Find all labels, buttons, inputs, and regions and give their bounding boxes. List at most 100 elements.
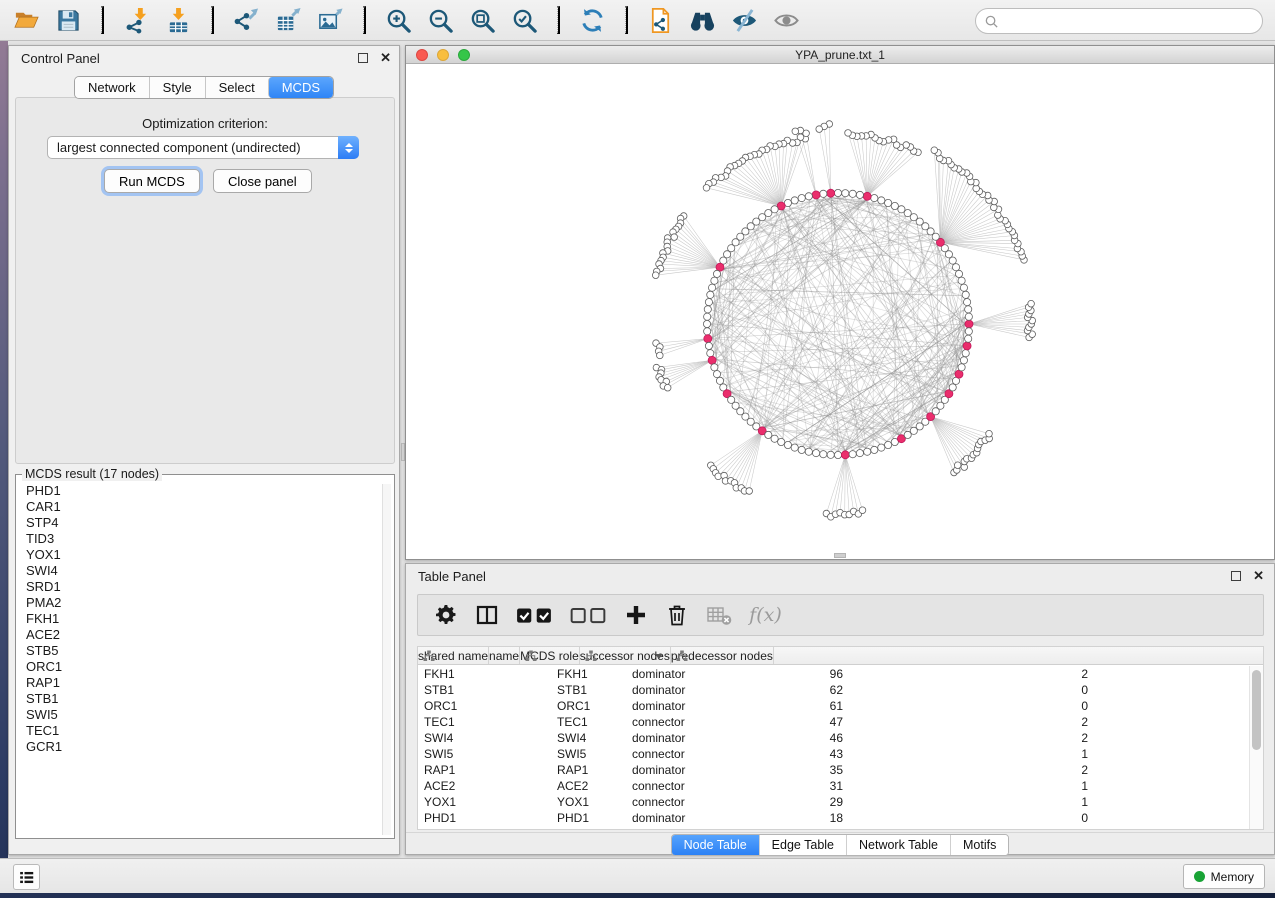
RAP1[interactable]: RAP1 RAP1 dominator 35 2: [418, 762, 1249, 778]
table-column-header[interactable]: shared name: [418, 647, 489, 664]
mcds-result-item[interactable]: PHD1: [20, 483, 380, 499]
SWI4[interactable]: SWI4 SWI4 dominator 46 2: [418, 730, 1249, 746]
control-panel-tab[interactable]: Style: [149, 77, 205, 98]
cell-name: SWI5: [551, 746, 626, 762]
share-document-icon[interactable]: [644, 4, 677, 37]
show-panel-icon: [770, 4, 803, 37]
table-tab[interactable]: Node Table: [672, 835, 759, 855]
cell-name: YOX1: [551, 794, 626, 810]
mcds-result-item[interactable]: SRD1: [20, 579, 380, 595]
mcds-result-item[interactable]: CAR1: [20, 499, 380, 515]
ACE2[interactable]: ACE2 ACE2 connector 31 1: [418, 778, 1249, 794]
gear-icon[interactable]: [434, 600, 458, 630]
tree-icon: [423, 650, 435, 662]
control-panel-tab[interactable]: Network: [75, 77, 149, 98]
cell-predecessor-nodes: 1: [923, 794, 1098, 810]
STB1[interactable]: STB1 STB1 dominator 62 0: [418, 682, 1249, 698]
optimization-criterion-select[interactable]: largest connected component (undirected): [47, 136, 359, 159]
table-column-header[interactable]: predecessor nodes: [671, 647, 774, 664]
refresh-layout-icon[interactable]: [576, 4, 609, 37]
split-panel-icon[interactable]: [475, 600, 499, 630]
main-toolbar: [0, 0, 1275, 41]
table-scrollbar[interactable]: [1249, 666, 1263, 829]
cell-successor-nodes: 96: [776, 666, 923, 682]
zoom-selected-icon[interactable]: [508, 4, 541, 37]
mcds-result-item[interactable]: STP4: [20, 515, 380, 531]
search-input[interactable]: [1004, 14, 1254, 29]
tree-icon: [585, 650, 597, 662]
zoom-in-icon[interactable]: [382, 4, 415, 37]
memory-status-dot: [1194, 871, 1205, 882]
mcds-result-item[interactable]: ORC1: [20, 659, 380, 675]
table-tab[interactable]: Motifs: [950, 835, 1008, 855]
search-box[interactable]: [975, 8, 1263, 34]
YOX1[interactable]: YOX1 YOX1 connector 29 1: [418, 794, 1249, 810]
mcds-result-item[interactable]: TEC1: [20, 723, 380, 739]
list-icon-button[interactable]: [13, 864, 40, 890]
mcds-result-item[interactable]: YOX1: [20, 547, 380, 563]
mcds-result-item[interactable]: FKH1: [20, 611, 380, 627]
TEC1[interactable]: TEC1 TEC1 connector 47 2: [418, 714, 1249, 730]
delete-icon[interactable]: [665, 600, 689, 630]
FKH1[interactable]: FKH1 FKH1 dominator 96 2: [418, 666, 1249, 682]
node-table: shared name name MCDS role su: [417, 646, 1264, 830]
open-session-icon[interactable]: [10, 4, 43, 37]
table-toolbar: f(x): [417, 594, 1264, 636]
export-network-icon[interactable]: [230, 4, 263, 37]
table-column-header[interactable]: successor nodes: [580, 647, 671, 664]
table-scrollbar-thumb[interactable]: [1252, 670, 1261, 750]
cell-mcds-role: connector: [626, 746, 776, 762]
search-network-icon[interactable]: [686, 4, 719, 37]
table-tab[interactable]: Edge Table: [759, 835, 846, 855]
toolbar-separator: [363, 6, 366, 34]
control-panel-tab[interactable]: MCDS: [268, 77, 333, 98]
select-all-icon[interactable]: [516, 600, 553, 630]
close-panel-icon[interactable]: [380, 53, 391, 63]
network-graph[interactable]: [406, 64, 1274, 559]
mcds-result-item[interactable]: SWI4: [20, 563, 380, 579]
control-panel-tab[interactable]: Select: [205, 77, 268, 98]
cell-predecessor-nodes: 2: [923, 730, 1098, 746]
SWI5[interactable]: SWI5 SWI5 connector 43 1: [418, 746, 1249, 762]
mcds-result-item[interactable]: STB5: [20, 643, 380, 659]
import-table-icon[interactable]: [162, 4, 195, 37]
hide-panel-icon[interactable]: [728, 4, 761, 37]
save-session-icon[interactable]: [52, 4, 85, 37]
mcds-result-item[interactable]: PMA2: [20, 595, 380, 611]
close-table-panel-icon[interactable]: [1253, 571, 1264, 581]
network-window-titlebar[interactable]: YPA_prune.txt_1: [406, 46, 1274, 64]
mcds-result-item[interactable]: GCR1: [20, 739, 380, 755]
toolbar-icon-group: [0, 4, 803, 37]
table-body: FKH1 FKH1 dominator 96 2 STB1 STB1 domin…: [418, 666, 1249, 829]
float-table-panel-icon[interactable]: [1231, 571, 1241, 581]
cell-name: TEC1: [551, 714, 626, 730]
sort-chevron-icon: [655, 654, 663, 659]
close-panel-button[interactable]: Close panel: [213, 169, 312, 193]
mcds-result-item[interactable]: TID3: [20, 531, 380, 547]
mcds-list-scrollbar[interactable]: [382, 484, 391, 835]
import-network-icon[interactable]: [120, 4, 153, 37]
export-table-icon[interactable]: [272, 4, 305, 37]
mcds-result-item[interactable]: SWI5: [20, 707, 380, 723]
float-panel-icon[interactable]: [358, 53, 368, 63]
cell-mcds-role: dominator: [626, 762, 776, 778]
add-icon[interactable]: [624, 600, 648, 630]
PHD1[interactable]: PHD1 PHD1 dominator 18 0: [418, 810, 1249, 826]
zoom-out-icon[interactable]: [424, 4, 457, 37]
table-column-header[interactable]: MCDS role: [520, 647, 580, 664]
network-canvas[interactable]: [406, 64, 1274, 559]
deselect-all-icon[interactable]: [570, 600, 607, 630]
table-tab[interactable]: Network Table: [846, 835, 950, 855]
export-image-icon[interactable]: [314, 4, 347, 37]
mcds-result-item[interactable]: RAP1: [20, 675, 380, 691]
mcds-result-item[interactable]: ACE2: [20, 627, 380, 643]
memory-button[interactable]: Memory: [1183, 864, 1265, 889]
run-mcds-button[interactable]: Run MCDS: [104, 169, 200, 193]
table-column-header[interactable]: name: [489, 647, 520, 664]
cell-successor-nodes: 43: [776, 746, 923, 762]
delete-table-icon: [706, 600, 732, 630]
ORC1[interactable]: ORC1 ORC1 dominator 61 0: [418, 698, 1249, 714]
mcds-result-item[interactable]: STB1: [20, 691, 380, 707]
zoom-fit-icon[interactable]: [466, 4, 499, 37]
network-splitter-handle[interactable]: [834, 553, 846, 558]
